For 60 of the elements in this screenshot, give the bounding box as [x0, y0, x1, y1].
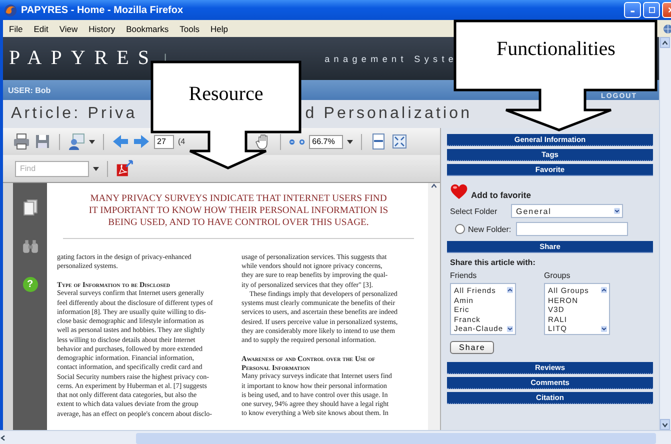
menu-item[interactable]: Tools [180, 24, 200, 34]
menu-item[interactable]: Bookmarks [126, 24, 169, 34]
document-share-icon[interactable] [68, 133, 85, 150]
zoom-field[interactable]: 66.7% [309, 134, 344, 148]
scroll-thumb[interactable] [136, 432, 656, 444]
caret-icon[interactable] [347, 138, 354, 144]
list-label: Friends [450, 271, 478, 280]
field-label: Select Folder [450, 206, 498, 216]
scroll-up-icon[interactable] [600, 287, 606, 293]
menu-item[interactable]: History [88, 24, 116, 34]
user-label: USER: Bob [8, 86, 51, 94]
menu-item[interactable]: Help [210, 24, 228, 34]
scroll-down-icon[interactable] [506, 326, 512, 332]
callout-label: Functionalities [496, 38, 616, 60]
scroll-up-icon[interactable] [431, 183, 437, 189]
menu-item[interactable]: View [59, 24, 78, 34]
globe-icon [663, 24, 671, 34]
menu-item[interactable]: Edit [34, 24, 48, 34]
site-tagline: anagement Syste [324, 54, 458, 64]
field-label: New Folder: [468, 224, 512, 234]
dropdown-arrow-icon [614, 208, 620, 214]
minimize-button[interactable] [624, 2, 641, 18]
list-label: Groups [544, 271, 572, 280]
scroll-up-icon[interactable] [506, 287, 512, 293]
new-folder-field[interactable] [516, 222, 628, 236]
menu-item[interactable]: File [9, 24, 23, 34]
page-count: (4 [178, 137, 186, 146]
page-number-field[interactable]: 27 [154, 134, 174, 148]
share-button[interactable]: Share [450, 341, 494, 354]
scroll-down-icon[interactable] [600, 326, 606, 332]
maximize-button[interactable] [643, 2, 660, 18]
zoom-in-icon[interactable] [299, 138, 306, 144]
next-page-icon[interactable] [133, 133, 150, 150]
add-favorite-label[interactable]: Add to favorite [471, 190, 531, 200]
callout-label: Resource [188, 83, 264, 105]
full-screen-icon[interactable] [391, 133, 408, 150]
pdf-file-icon[interactable] [116, 160, 133, 177]
article-title: Article: Priva [11, 105, 138, 123]
scroll-up-icon[interactable] [662, 40, 668, 46]
browser-logo-icon [4, 4, 17, 16]
previous-page-icon[interactable] [112, 133, 129, 150]
binoculars-icon[interactable] [22, 238, 38, 255]
find-field[interactable]: Find [15, 160, 89, 176]
heart-icon[interactable] [450, 183, 468, 200]
scroll-down-icon[interactable] [662, 422, 668, 428]
window-title: PAPYRES - Home - Mozilla Firefox [21, 4, 184, 16]
article-title: d Personalization [305, 105, 472, 123]
zoom-out-icon[interactable] [289, 138, 296, 144]
share-heading: Share this article with: [450, 258, 536, 267]
caret-icon[interactable] [89, 138, 95, 144]
printer-icon[interactable] [13, 133, 30, 150]
caret-icon[interactable] [93, 166, 99, 172]
fit-width-icon[interactable] [370, 133, 388, 150]
pages-icon[interactable] [22, 199, 38, 216]
maximize-icon [648, 7, 654, 13]
folder-dropdown[interactable]: General [511, 204, 623, 218]
pull-quote: MANY PRIVACY SURVEYS INDICATE THAT INTERNET USERS FIND IT IMPORTANT TO KNOW HOW THEIR PERSONAL INFORMATION IS BEING USED, AND TO HAVE CONTROL OVER THIS USAGE. [88, 193, 390, 229]
scroll-left-icon[interactable] [0, 435, 6, 441]
site-logo: PAPYRES [9, 47, 158, 70]
radio-button[interactable] [455, 224, 465, 234]
